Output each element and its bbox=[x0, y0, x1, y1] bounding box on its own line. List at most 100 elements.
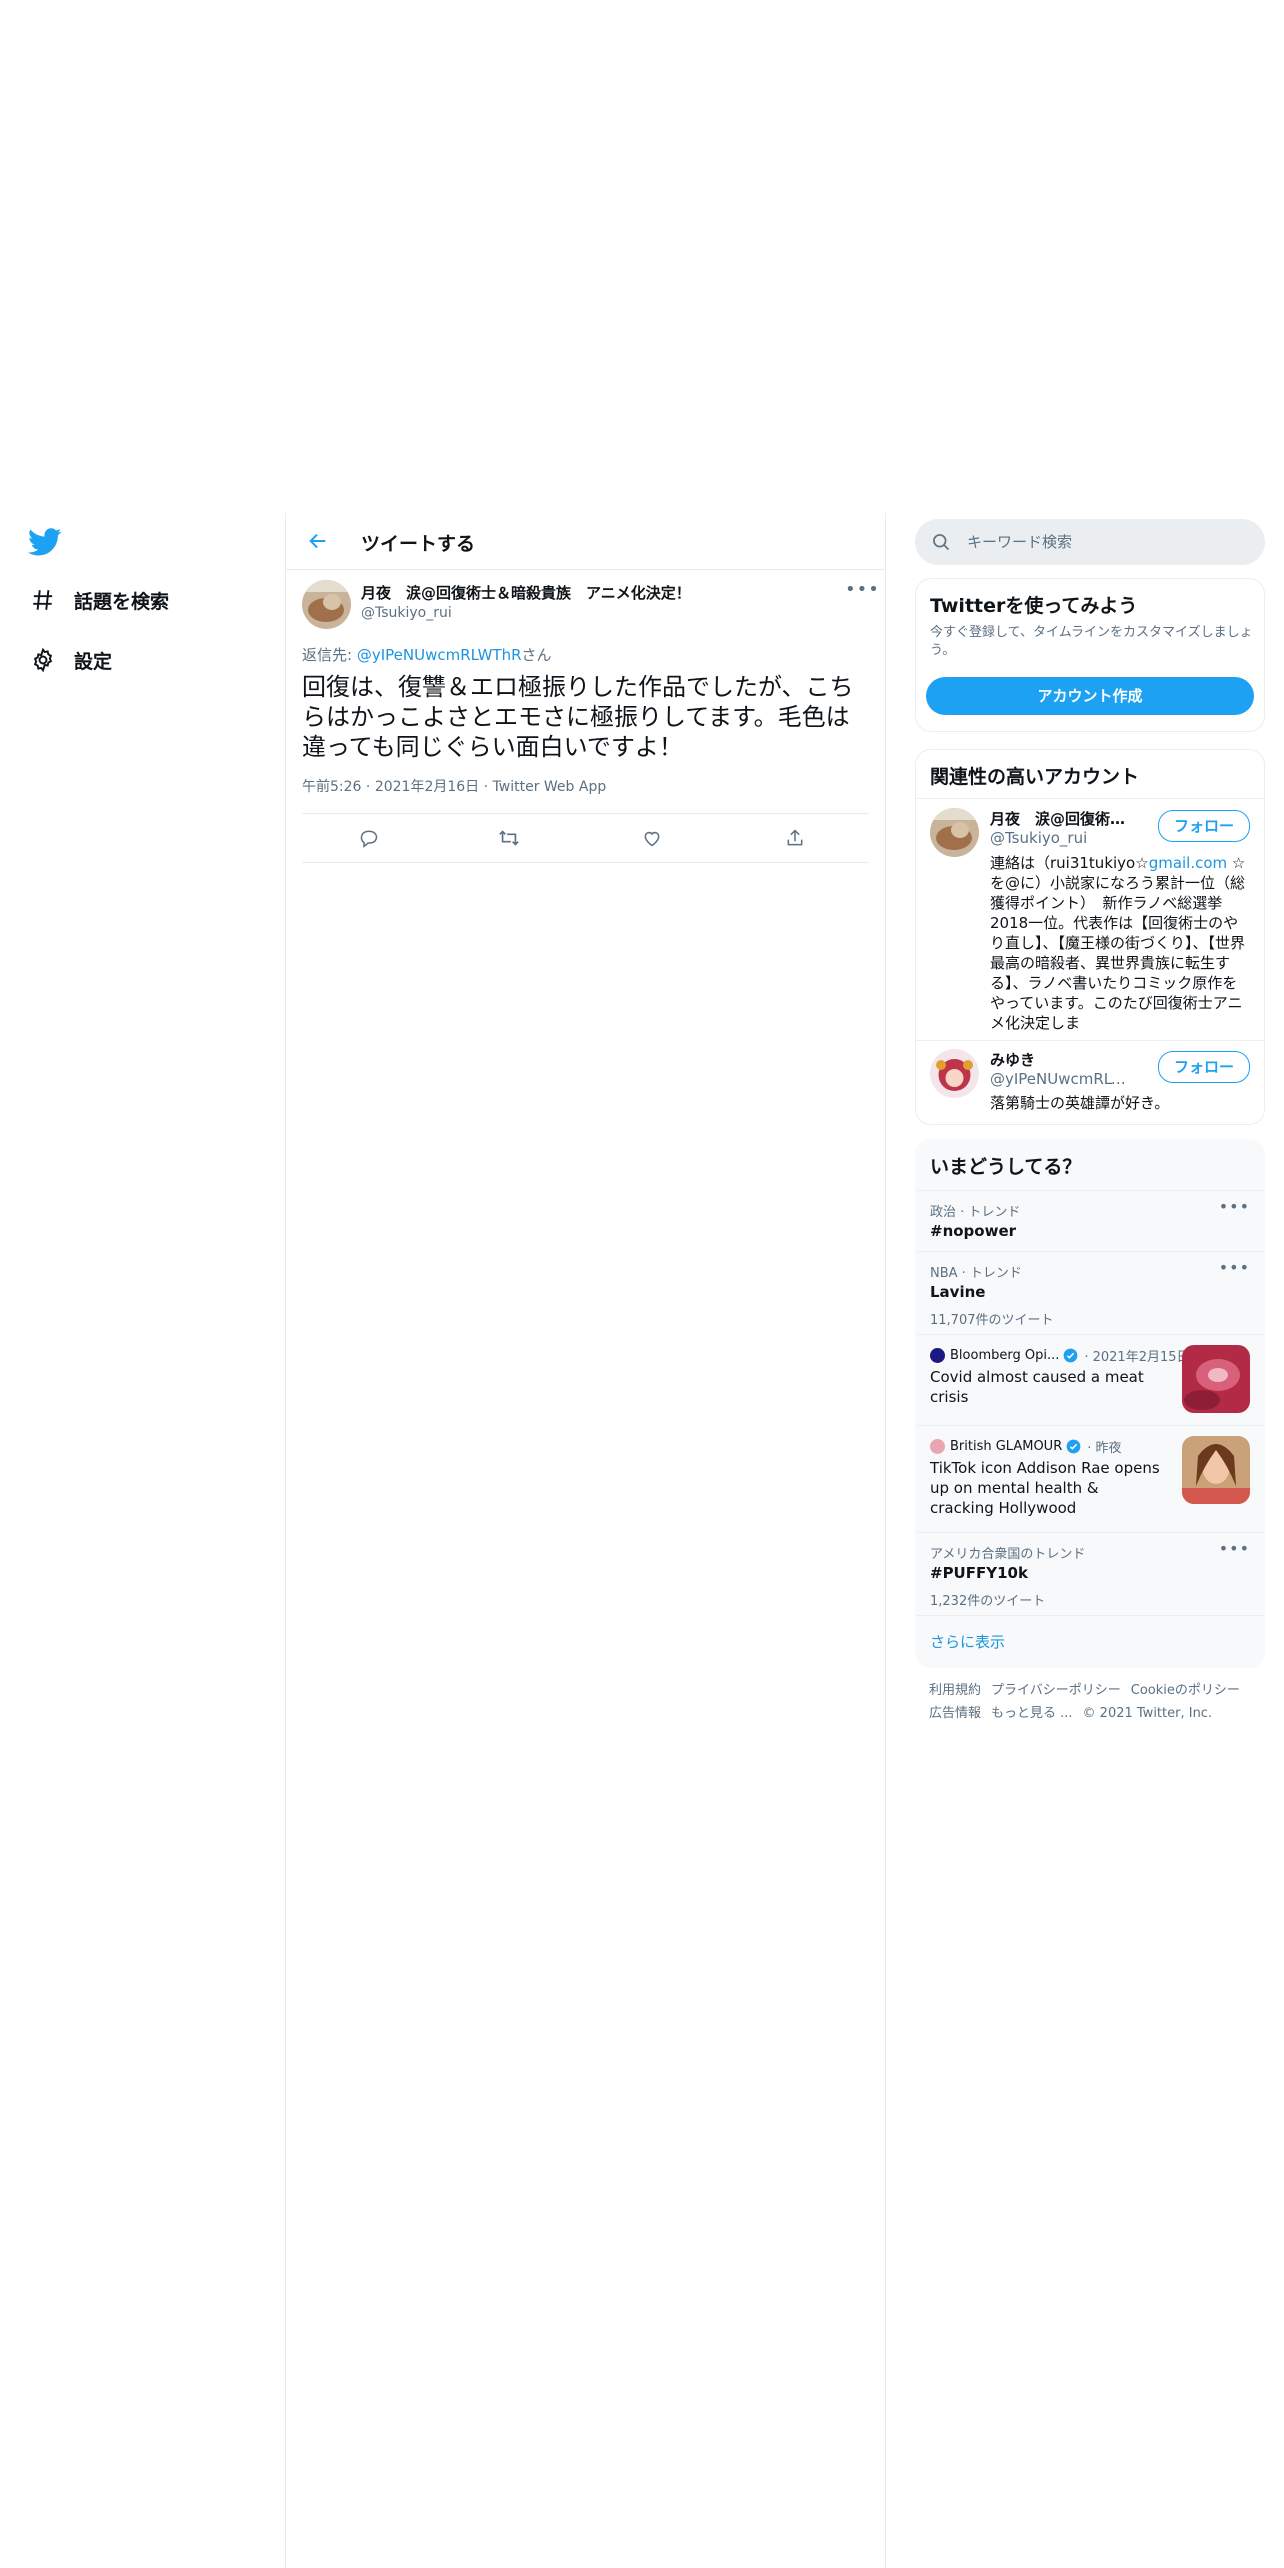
create-account-button[interactable]: アカウント作成 bbox=[926, 677, 1254, 715]
author-display-name[interactable]: 月夜 涙@回復術士＆暗殺貴族 アニメ化決定！ bbox=[361, 582, 691, 603]
nav-item-settings-label: 設定 bbox=[74, 650, 113, 673]
show-more-row[interactable]: さらに表示 bbox=[916, 1615, 1264, 1667]
footer-link-ads[interactable]: 広告情報 bbox=[929, 1706, 981, 1721]
left-navigation: 話題を検索 設定 bbox=[0, 0, 285, 2568]
main-header: ツイートする bbox=[286, 513, 885, 570]
account-name[interactable]: 月夜 涙@回復術士＆暗殺貴族 アニメ化決定！ bbox=[990, 808, 1140, 829]
author-handle[interactable]: @Tsukiyo_rui bbox=[361, 605, 452, 621]
more-options-icon[interactable]: ••• bbox=[1219, 1258, 1250, 1277]
like-icon[interactable] bbox=[640, 826, 664, 850]
more-options-icon[interactable]: ••• bbox=[1219, 1197, 1250, 1216]
news-time: · 2021年2月15日 bbox=[1084, 1350, 1190, 1365]
tweet-time[interactable]: 午前5:26 bbox=[302, 779, 361, 795]
bloomberg-logo-icon bbox=[930, 1348, 945, 1363]
news-title: Covid almost caused a meat crisis bbox=[930, 1368, 1144, 1406]
related-accounts-card: 関連性の高いアカウント 月夜 涙@回復術士＆暗殺貴族 アニメ化決定！ @Tsuk… bbox=[915, 749, 1265, 1125]
retweet-icon[interactable] bbox=[497, 826, 521, 850]
related-account[interactable]: みゆき @yIPeNUwcmRLWThR フォロー 落第騎士の英雄譚が好き。 bbox=[916, 1041, 1264, 1121]
divider bbox=[916, 798, 1264, 799]
related-account[interactable]: 月夜 涙@回復術士＆暗殺貴族 アニメ化決定！ @Tsukiyo_rui フォロー… bbox=[916, 800, 1264, 1040]
tweet-client[interactable]: Twitter Web App bbox=[493, 779, 607, 795]
news-item[interactable]: British GLAMOUR · 昨夜 TikTok icon Addison… bbox=[916, 1425, 1264, 1532]
follow-button[interactable]: フォロー bbox=[1158, 810, 1250, 842]
bio-link[interactable]: gmail.com bbox=[1149, 854, 1227, 872]
hashtag-icon bbox=[28, 585, 58, 615]
meta-separator: · bbox=[365, 779, 371, 795]
news-title: TikTok icon Addison Rae opens up on ment… bbox=[930, 1459, 1160, 1517]
nav-item-settings[interactable]: 設定 bbox=[28, 638, 112, 682]
reply-prefix: 返信先: bbox=[302, 646, 357, 664]
verified-badge-icon bbox=[1066, 1439, 1081, 1454]
reply-context: 返信先: @yIPeNUwcmRLWThRさん bbox=[302, 644, 552, 665]
news-source: Bloomberg Opi... · 2021年2月15日 bbox=[930, 1346, 1190, 1365]
show-more-link[interactable]: さらに表示 bbox=[930, 1631, 1005, 1652]
more-options-icon[interactable]: ••• bbox=[845, 580, 879, 604]
bio-text: 連絡は（rui31tukiyo☆ bbox=[990, 854, 1149, 872]
reply-to-link[interactable]: @yIPeNUwcmRLWThR bbox=[357, 646, 522, 664]
trend-name: Lavine bbox=[930, 1283, 986, 1301]
trend-item[interactable]: NBA · トレンド ••• Lavine 11,707件のツイート bbox=[916, 1251, 1264, 1334]
news-thumbnail[interactable] bbox=[1182, 1436, 1250, 1504]
verified-badge-icon bbox=[1063, 1348, 1078, 1363]
account-name[interactable]: みゆき bbox=[990, 1049, 1140, 1070]
main-column: ツイートする 月夜 涙@回復術士＆暗殺貴族 アニメ化決定！ @Tsukiyo_r… bbox=[285, 513, 886, 2568]
page-title: ツイートする bbox=[361, 533, 476, 555]
reply-icon[interactable] bbox=[357, 826, 381, 850]
footer-copyright: © 2021 Twitter, Inc. bbox=[1082, 1706, 1213, 1721]
trend-meta: アメリカ合衆国のトレンド bbox=[930, 1547, 1086, 1562]
footer-link-privacy[interactable]: プライバシーポリシー bbox=[991, 1683, 1121, 1698]
trend-name: #PUFFY10k bbox=[930, 1564, 1028, 1582]
meta-separator: · bbox=[483, 779, 489, 795]
signup-subtitle: 今すぐ登録して、タイムラインをカスタマイズしましょう。 bbox=[930, 625, 1253, 658]
avatar[interactable] bbox=[930, 1049, 979, 1098]
trend-item[interactable]: 政治 · トレンド ••• #nopower bbox=[916, 1190, 1264, 1251]
share-icon[interactable] bbox=[783, 826, 807, 850]
account-handle[interactable]: @yIPeNUwcmRLWThR bbox=[990, 1070, 1140, 1088]
reply-suffix: さん bbox=[521, 646, 552, 664]
back-button[interactable] bbox=[300, 523, 336, 559]
search-icon bbox=[931, 532, 951, 552]
trend-item[interactable]: アメリカ合衆国のトレンド ••• #PUFFY10k 1,232件のツイート bbox=[916, 1532, 1264, 1615]
app-root: 話題を検索 設定 ツイートする 月夜 涙@回復術士＆暗殺貴族 アニメ化決定！ @… bbox=[0, 0, 1284, 2568]
glamour-logo-icon bbox=[930, 1439, 945, 1454]
tweet-actions bbox=[302, 813, 869, 863]
footer-link-cookies[interactable]: Cookieのポリシー bbox=[1131, 1683, 1240, 1698]
news-item[interactable]: Bloomberg Opi... · 2021年2月15日 Covid almo… bbox=[916, 1334, 1264, 1425]
author-avatar[interactable] bbox=[302, 580, 351, 629]
news-source: British GLAMOUR · 昨夜 bbox=[930, 1437, 1122, 1456]
account-handle[interactable]: @Tsukiyo_rui bbox=[990, 829, 1140, 847]
follow-button[interactable]: フォロー bbox=[1158, 1051, 1250, 1083]
footer-link-more[interactable]: もっと見る ... bbox=[991, 1706, 1073, 1721]
trend-meta: NBA · トレンド bbox=[930, 1266, 1022, 1281]
more-options-icon[interactable]: ••• bbox=[1219, 1539, 1250, 1558]
bio-text: ☆を@に）小説家になろう累計一位（総獲得ポイント） 新作ラノベ総選挙2018一位… bbox=[990, 854, 1246, 1032]
news-source-name: Bloomberg Opi... bbox=[950, 1348, 1060, 1363]
search-bar[interactable] bbox=[915, 519, 1265, 565]
account-bio: 落第騎士の英雄譚が好き。 bbox=[990, 1094, 1170, 1112]
tweet-meta: 午前5:26 · 2021年2月16日 · Twitter Web App bbox=[302, 776, 606, 796]
signup-title: Twitterを使ってみよう bbox=[930, 595, 1138, 617]
news-source-name: British GLAMOUR bbox=[950, 1439, 1063, 1454]
account-bio: 連絡は（rui31tukiyo☆gmail.com ☆を@に）小説家になろう累計… bbox=[990, 853, 1252, 1033]
nav-item-explore-label: 話題を検索 bbox=[74, 590, 170, 613]
gear-icon bbox=[28, 645, 58, 675]
nav-item-explore[interactable]: 話題を検索 bbox=[28, 578, 169, 622]
news-thumbnail[interactable] bbox=[1182, 1345, 1250, 1413]
signup-card: Twitterを使ってみよう 今すぐ登録して、タイムラインをカスタマイズしましょ… bbox=[915, 578, 1265, 732]
footer-link-terms[interactable]: 利用規約 bbox=[929, 1683, 981, 1698]
twitter-bird-icon[interactable] bbox=[28, 525, 62, 559]
avatar[interactable] bbox=[930, 808, 979, 857]
search-input[interactable] bbox=[965, 532, 1249, 552]
trend-meta: 政治 · トレンド bbox=[930, 1205, 1021, 1220]
trends-title: いまどうしてる？ bbox=[930, 1156, 1082, 1178]
arrow-left-icon bbox=[309, 533, 326, 549]
trend-name: #nopower bbox=[930, 1222, 1017, 1240]
tweet-date[interactable]: 2021年2月16日 bbox=[375, 779, 479, 795]
trend-count: 11,707件のツイート bbox=[930, 1313, 1054, 1328]
footer: 利用規約 プライバシーポリシー Cookieのポリシー 広告情報 もっと見る ... ©… bbox=[915, 1679, 1279, 1725]
tweet-text: 回復は、復讐＆エロ極振りした作品でしたが、こちらはかっこよさとエモさに極振りして… bbox=[302, 673, 854, 761]
related-title: 関連性の高いアカウント bbox=[930, 766, 1140, 788]
trends-card: いまどうしてる？ 政治 · トレンド ••• #nopower NBA · トレ… bbox=[915, 1139, 1265, 1668]
trend-count: 1,232件のツイート bbox=[930, 1594, 1046, 1609]
news-time: · 昨夜 bbox=[1087, 1441, 1122, 1456]
